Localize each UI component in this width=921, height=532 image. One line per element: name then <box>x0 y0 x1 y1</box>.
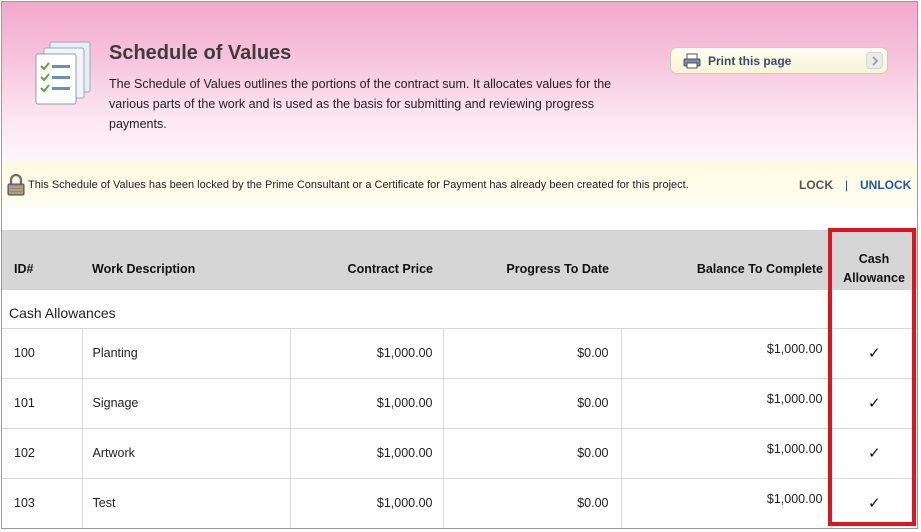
cell-id: 100 <box>2 328 83 379</box>
cell-work-description: Test <box>82 478 291 528</box>
cell-id: 103 <box>2 478 83 528</box>
cell-cash-allowance: ✓ <box>831 478 917 528</box>
page-title: Schedule of Values <box>109 42 292 64</box>
cell-work-description: Signage <box>82 378 291 429</box>
cell-contract-price: $1,000.00 <box>290 478 444 528</box>
page-description: The Schedule of Values outlines the port… <box>109 77 612 131</box>
cell-progress-to-date: $0.00 <box>443 478 622 528</box>
cell-id: 102 <box>2 428 83 479</box>
cell-cash-allowance: ✓ <box>831 328 917 379</box>
cell-id: 101 <box>2 378 83 429</box>
lock-link[interactable]: LOCK <box>799 178 833 192</box>
cell-balance-to-complete: $1,000.00 <box>621 378 832 429</box>
cell-balance-to-complete: $1,000.00 <box>621 328 832 379</box>
checkmark-icon: ✓ <box>867 345 881 362</box>
table-row[interactable]: 101 Signage $1,000.00 $0.00 $1,000.00 ✓ <box>2 378 917 429</box>
table-header-row: ID# Work Description Contract Price Prog… <box>2 230 917 290</box>
table-row[interactable]: 100 Planting $1,000.00 $0.00 $1,000.00 ✓ <box>2 328 917 379</box>
schedule-of-values-table: ID# Work Description Contract Price Prog… <box>2 230 917 528</box>
lock-notice-text: This Schedule of Values has been locked … <box>28 179 689 191</box>
table-row[interactable]: 102 Artwork $1,000.00 $0.00 $1,000.00 ✓ <box>2 428 917 479</box>
column-header-cash-line1: Cash <box>858 252 890 266</box>
group-row-cash-allowances: Cash Allowances <box>2 290 917 329</box>
schedule-of-values-page: Schedule of Values The Schedule of Value… <box>1 1 918 529</box>
cell-cash-allowance: ✓ <box>831 378 917 429</box>
page-header: Schedule of Values The Schedule of Value… <box>2 2 917 162</box>
table-row[interactable]: 103 Test $1,000.00 $0.00 $1,000.00 ✓ <box>2 478 917 528</box>
column-header-balance-to-complete[interactable]: Balance To Complete <box>621 230 831 290</box>
group-label: Cash Allowances <box>2 290 917 329</box>
cell-contract-price: $1,000.00 <box>290 428 444 479</box>
cell-balance-to-complete: $1,000.00 <box>621 428 832 479</box>
chevron-right-icon <box>866 52 883 69</box>
cell-progress-to-date: $0.00 <box>443 428 622 479</box>
print-page-button[interactable]: Print this page <box>670 47 888 74</box>
cell-balance-to-complete: $1,000.00 <box>621 478 832 528</box>
link-separator: | <box>845 178 849 192</box>
cell-contract-price: $1,000.00 <box>290 328 444 379</box>
checklist-document-icon <box>35 41 91 105</box>
lock-notice-bar: This Schedule of Values has been locked … <box>2 162 917 208</box>
column-header-id[interactable]: ID# <box>2 230 82 290</box>
cell-progress-to-date: $0.00 <box>443 328 622 379</box>
cell-progress-to-date: $0.00 <box>443 378 622 429</box>
checkmark-icon: ✓ <box>867 395 881 412</box>
cell-contract-price: $1,000.00 <box>290 378 444 429</box>
column-header-progress-to-date[interactable]: Progress To Date <box>443 230 621 290</box>
column-header-work-description[interactable]: Work Description <box>82 230 290 290</box>
printer-icon <box>683 53 701 68</box>
checkmark-icon: ✓ <box>867 495 881 512</box>
column-header-cash-allowance[interactable]: Cash Allowance <box>831 230 917 290</box>
column-header-cash-line2: Allowance <box>843 271 905 285</box>
cell-work-description: Planting <box>82 328 291 379</box>
print-page-label: Print this page <box>708 53 792 68</box>
padlock-icon <box>7 174 25 196</box>
column-header-contract-price[interactable]: Contract Price <box>290 230 443 290</box>
checkmark-icon: ✓ <box>867 445 881 462</box>
cell-cash-allowance: ✓ <box>831 428 917 479</box>
unlock-link[interactable]: UNLOCK <box>860 178 911 192</box>
cell-work-description: Artwork <box>82 428 291 479</box>
